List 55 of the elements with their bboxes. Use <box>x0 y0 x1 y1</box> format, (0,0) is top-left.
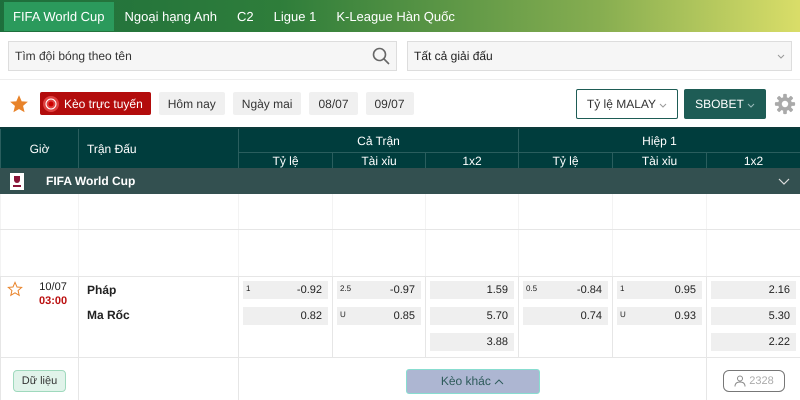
odds-cell[interactable]: 1 -0.92 <box>243 281 328 299</box>
odds-format-dropdown[interactable]: Tỷ lệ MALAY <box>576 88 678 118</box>
bookmaker-dropdown[interactable]: SBOBET <box>684 88 766 118</box>
odds-cell[interactable]: 1 0.95 <box>617 281 702 299</box>
odds-cell[interactable]: U 0.85 <box>337 307 421 325</box>
odds-cell[interactable]: 3.88 <box>430 333 514 351</box>
star-icon[interactable] <box>10 94 28 112</box>
odds-line: U <box>340 310 346 319</box>
chevron-down-icon <box>659 102 668 108</box>
odds-line: 2.5 <box>340 284 352 293</box>
chevron-down-icon <box>777 54 785 58</box>
team-name: Ma Rốc <box>87 308 131 322</box>
odds-cell[interactable]: 5.30 <box>711 307 796 325</box>
odds-line: U <box>620 310 626 319</box>
odds-cell[interactable]: U 0.93 <box>617 307 702 325</box>
live-icon <box>42 94 60 112</box>
league-tab[interactable]: FIFA World Cup <box>4 2 114 30</box>
team-name: Pháp <box>87 283 118 297</box>
user-icon <box>733 375 748 387</box>
date-button[interactable]: 08/07 <box>309 92 358 115</box>
chevron-down-icon <box>778 178 790 184</box>
more-odds-button[interactable]: Kèo khác <box>406 368 540 394</box>
stats-button[interactable]: Dữ liệu <box>12 370 66 392</box>
league-dropdown[interactable]: Tất cả giải đấu <box>407 41 792 71</box>
odds-cell[interactable]: 0.74 <box>523 307 608 325</box>
odds-line: 1 <box>246 284 250 293</box>
search-icon <box>372 47 390 65</box>
search-field[interactable]: Tìm đội bóng theo tên <box>8 41 397 71</box>
column-group-header: Hiệp 1 <box>518 129 800 153</box>
league-tab[interactable]: Ligue 1 <box>264 2 326 30</box>
odds-cell[interactable]: 2.16 <box>711 281 796 299</box>
chevron-down-icon <box>746 102 755 108</box>
trophy-icon <box>10 172 24 190</box>
odds-cell[interactable]: 0.82 <box>243 307 328 325</box>
league-tab[interactable]: C2 <box>228 2 263 30</box>
odds-cell[interactable]: 2.22 <box>711 333 796 351</box>
date-button[interactable]: Ngày mai <box>232 92 302 115</box>
odds-cell[interactable]: 2.5 -0.97 <box>337 281 421 299</box>
odds-line: 1 <box>620 284 624 293</box>
star-icon[interactable] <box>7 281 23 297</box>
league-tab[interactable]: Ngoại hạng Anh <box>116 2 226 30</box>
odds-cell[interactable]: 5.70 <box>430 307 514 325</box>
match-time: 03:00 <box>39 295 68 307</box>
column-group-header: Cả Trận <box>238 129 518 153</box>
odds-cell[interactable]: 1.59 <box>430 281 514 299</box>
date-button[interactable]: Hôm nay <box>158 92 225 115</box>
settings-icon[interactable] <box>774 92 796 114</box>
league-header[interactable]: FIFA World Cup <box>0 168 800 194</box>
odds-line: 0.5 <box>526 284 538 293</box>
live-odds-button[interactable]: Kèo trực tuyến <box>40 92 151 115</box>
date-button[interactable]: 09/07 <box>366 92 414 115</box>
chevron-up-icon <box>494 379 504 385</box>
match-date: 10/07 <box>39 281 67 293</box>
odds-cell[interactable]: 0.5 -0.84 <box>523 281 608 299</box>
league-tab[interactable]: K-League Hàn Quốc <box>327 2 464 30</box>
